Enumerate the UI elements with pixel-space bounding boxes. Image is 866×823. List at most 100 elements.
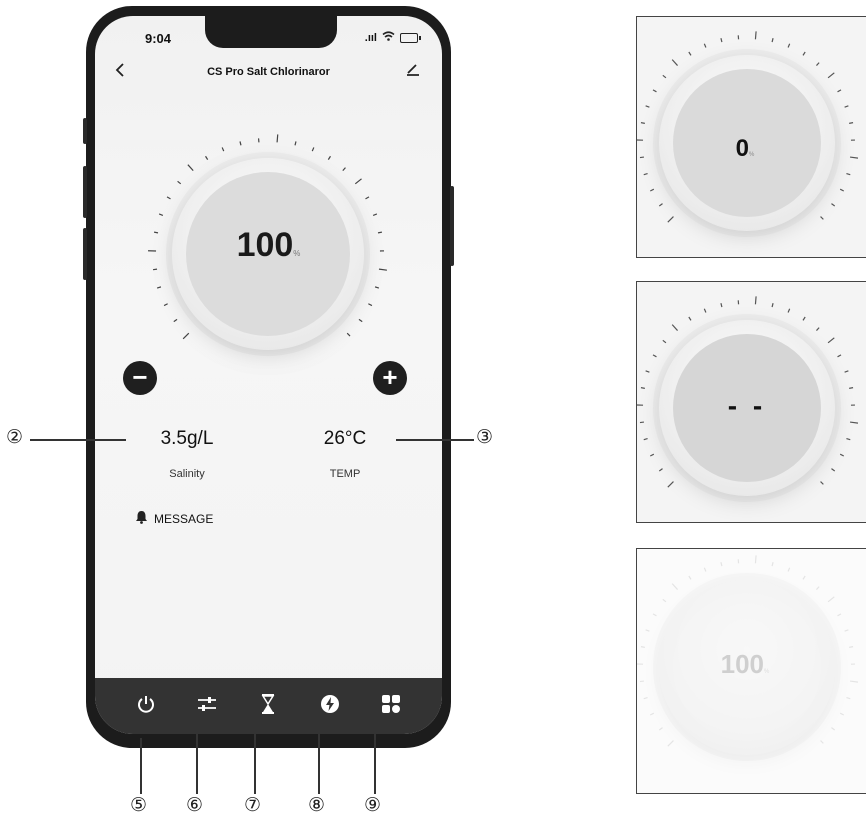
panel-faded-value: 100 bbox=[720, 649, 765, 679]
dial-tick bbox=[187, 164, 194, 172]
increase-button[interactable]: + bbox=[373, 361, 407, 395]
callout-line-temp bbox=[396, 439, 474, 441]
dial-tick bbox=[827, 72, 835, 79]
dial-tick bbox=[846, 437, 851, 441]
dial-tick bbox=[820, 481, 824, 485]
dial-readout: 100% bbox=[95, 226, 442, 265]
salinity-label: Salinity bbox=[169, 468, 205, 480]
dial-tick bbox=[221, 147, 225, 152]
tab-power[interactable] bbox=[128, 688, 164, 724]
dial-tick bbox=[639, 680, 645, 683]
app-screen: 9:04 .ııl CS Pro Salt Chlorinaror 100% −… bbox=[95, 16, 442, 734]
dial-tick bbox=[342, 167, 346, 172]
mute-switch bbox=[83, 118, 87, 144]
dial-tick bbox=[643, 696, 648, 700]
dial-tick bbox=[771, 38, 774, 43]
dial-tick bbox=[662, 598, 667, 603]
dial-tick bbox=[837, 613, 842, 617]
dial-tick bbox=[787, 43, 791, 48]
dial-tick bbox=[671, 324, 678, 331]
dial-tick bbox=[844, 105, 849, 108]
dial-tick bbox=[720, 303, 723, 308]
power-icon bbox=[136, 694, 156, 719]
dial-tick bbox=[754, 31, 757, 40]
panel-offline-value: - - bbox=[727, 390, 767, 421]
dial-tick bbox=[166, 196, 171, 200]
dial-tick bbox=[645, 105, 650, 108]
message-label: MESSAGE bbox=[154, 511, 214, 526]
callout-tab-sliders: ⑥ bbox=[186, 794, 204, 816]
sliders-icon bbox=[197, 696, 217, 717]
dial-tick bbox=[378, 268, 387, 271]
dial-unit: % bbox=[293, 249, 301, 258]
callout-tab-timer: ⑦ bbox=[244, 794, 262, 816]
panel-zero-value: 0 bbox=[735, 135, 749, 162]
dial-tick bbox=[640, 387, 645, 389]
dial-tick bbox=[846, 696, 851, 700]
bottom-tab-bar bbox=[95, 678, 442, 734]
dial-tick bbox=[703, 43, 707, 48]
dial-tick bbox=[640, 122, 645, 124]
callout-line-boost bbox=[318, 716, 320, 794]
dial-tick bbox=[372, 213, 378, 216]
dial-tick bbox=[703, 308, 707, 313]
dial-tick bbox=[156, 286, 162, 289]
dial-tick bbox=[703, 567, 707, 572]
dial-tick bbox=[754, 296, 757, 305]
dial-tick bbox=[662, 74, 667, 79]
dial-tick bbox=[720, 562, 723, 567]
dial-tick bbox=[158, 213, 164, 216]
message-link[interactable]: MESSAGE bbox=[135, 510, 213, 527]
dial-tick bbox=[771, 562, 774, 567]
dial-tick bbox=[771, 303, 774, 308]
dial-tick bbox=[787, 308, 791, 313]
dial-tick bbox=[787, 567, 791, 572]
temp-label: TEMP bbox=[329, 468, 361, 480]
dial-value: 100 bbox=[236, 226, 294, 264]
dial-tick bbox=[846, 172, 851, 176]
decrease-button[interactable]: − bbox=[123, 361, 157, 395]
dial-tick bbox=[327, 155, 331, 160]
callout-tab-boost: ⑧ bbox=[308, 794, 326, 816]
dial-tick bbox=[643, 172, 648, 176]
dial-tick bbox=[839, 188, 845, 192]
dial-tick bbox=[311, 147, 315, 152]
dial-tick bbox=[816, 62, 820, 66]
dial-tick bbox=[720, 38, 723, 43]
dial-tick bbox=[802, 575, 806, 580]
dial-tick bbox=[844, 370, 849, 373]
dial-tick bbox=[820, 740, 824, 744]
tab-settings[interactable] bbox=[189, 688, 225, 724]
dial-tick bbox=[667, 216, 674, 223]
callout-line-salinity bbox=[30, 439, 126, 441]
dial-tick bbox=[658, 468, 663, 472]
callout-line-power bbox=[140, 738, 142, 794]
tab-timer[interactable] bbox=[250, 688, 286, 724]
panel-faded-unit: % bbox=[764, 669, 770, 675]
dial-tick bbox=[652, 613, 657, 617]
dial-tick bbox=[640, 646, 645, 648]
bell-icon bbox=[135, 510, 148, 527]
dial-tick bbox=[667, 481, 674, 488]
callout-line-sliders bbox=[196, 716, 198, 794]
dial-tick bbox=[831, 727, 836, 731]
dial-tick bbox=[652, 89, 657, 93]
dial-tick bbox=[177, 180, 182, 185]
dial-tick bbox=[754, 555, 757, 564]
dial-tick bbox=[802, 51, 806, 56]
dial-tick bbox=[831, 468, 836, 472]
dial-tick bbox=[368, 303, 373, 307]
power-side-button bbox=[450, 186, 454, 266]
dial-tick bbox=[837, 89, 842, 93]
dial-tick bbox=[645, 629, 650, 632]
callout-tab-power: ⑤ bbox=[130, 794, 148, 816]
state-panel-offline: - - bbox=[636, 281, 866, 523]
dial-tick bbox=[849, 122, 854, 124]
dial-tick bbox=[276, 134, 279, 143]
callout-line-more bbox=[374, 716, 376, 794]
dial-tick bbox=[831, 203, 836, 207]
dial-tick bbox=[671, 583, 678, 590]
dial-tick bbox=[667, 740, 674, 747]
state-panel-zero: 0% bbox=[636, 16, 866, 258]
tab-more[interactable] bbox=[373, 688, 409, 724]
